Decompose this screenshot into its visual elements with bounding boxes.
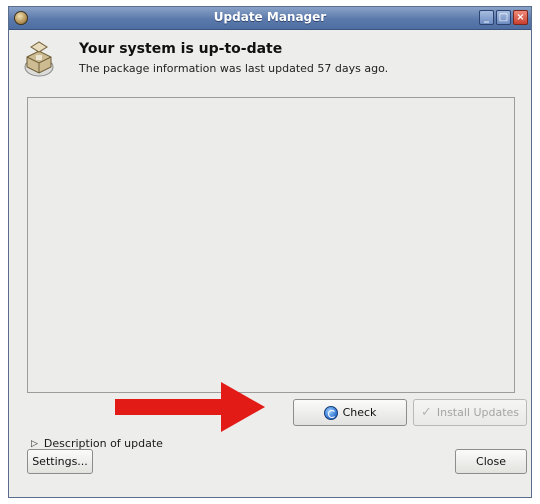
refresh-icon xyxy=(323,405,338,420)
minimize-icon: _ xyxy=(484,12,489,23)
settings-button-label: Settings... xyxy=(32,455,88,468)
expander-triangle-icon: ▷ xyxy=(31,438,38,449)
title-bar[interactable]: Update Manager _ □ × xyxy=(9,7,531,30)
maximize-button[interactable]: □ xyxy=(496,10,511,25)
update-manager-window: Update Manager _ □ × Your system is up-t… xyxy=(8,6,532,498)
maximize-icon: □ xyxy=(498,12,509,23)
status-title: Your system is up-to-date xyxy=(79,41,283,57)
window-title: Update Manager xyxy=(213,10,327,24)
install-updates-button[interactable]: ✓ Install Updates xyxy=(413,399,527,426)
updates-list[interactable] xyxy=(27,97,515,393)
close-button[interactable]: Close xyxy=(455,449,527,474)
minimize-button[interactable]: _ xyxy=(479,10,494,25)
close-window-icon: × xyxy=(516,12,525,23)
install-updates-label: Install Updates xyxy=(436,406,520,419)
close-button-label: Close xyxy=(476,455,506,468)
checkmark-icon: ✓ xyxy=(420,405,432,420)
status-subtitle: The package information was last updated… xyxy=(79,62,389,75)
red-arrow-annotation xyxy=(115,382,265,432)
settings-button[interactable]: Settings... xyxy=(27,449,93,474)
close-window-button[interactable]: × xyxy=(513,10,528,25)
package-box-icon xyxy=(24,41,54,77)
check-button[interactable]: Check xyxy=(293,399,407,426)
check-button-label: Check xyxy=(342,406,377,419)
